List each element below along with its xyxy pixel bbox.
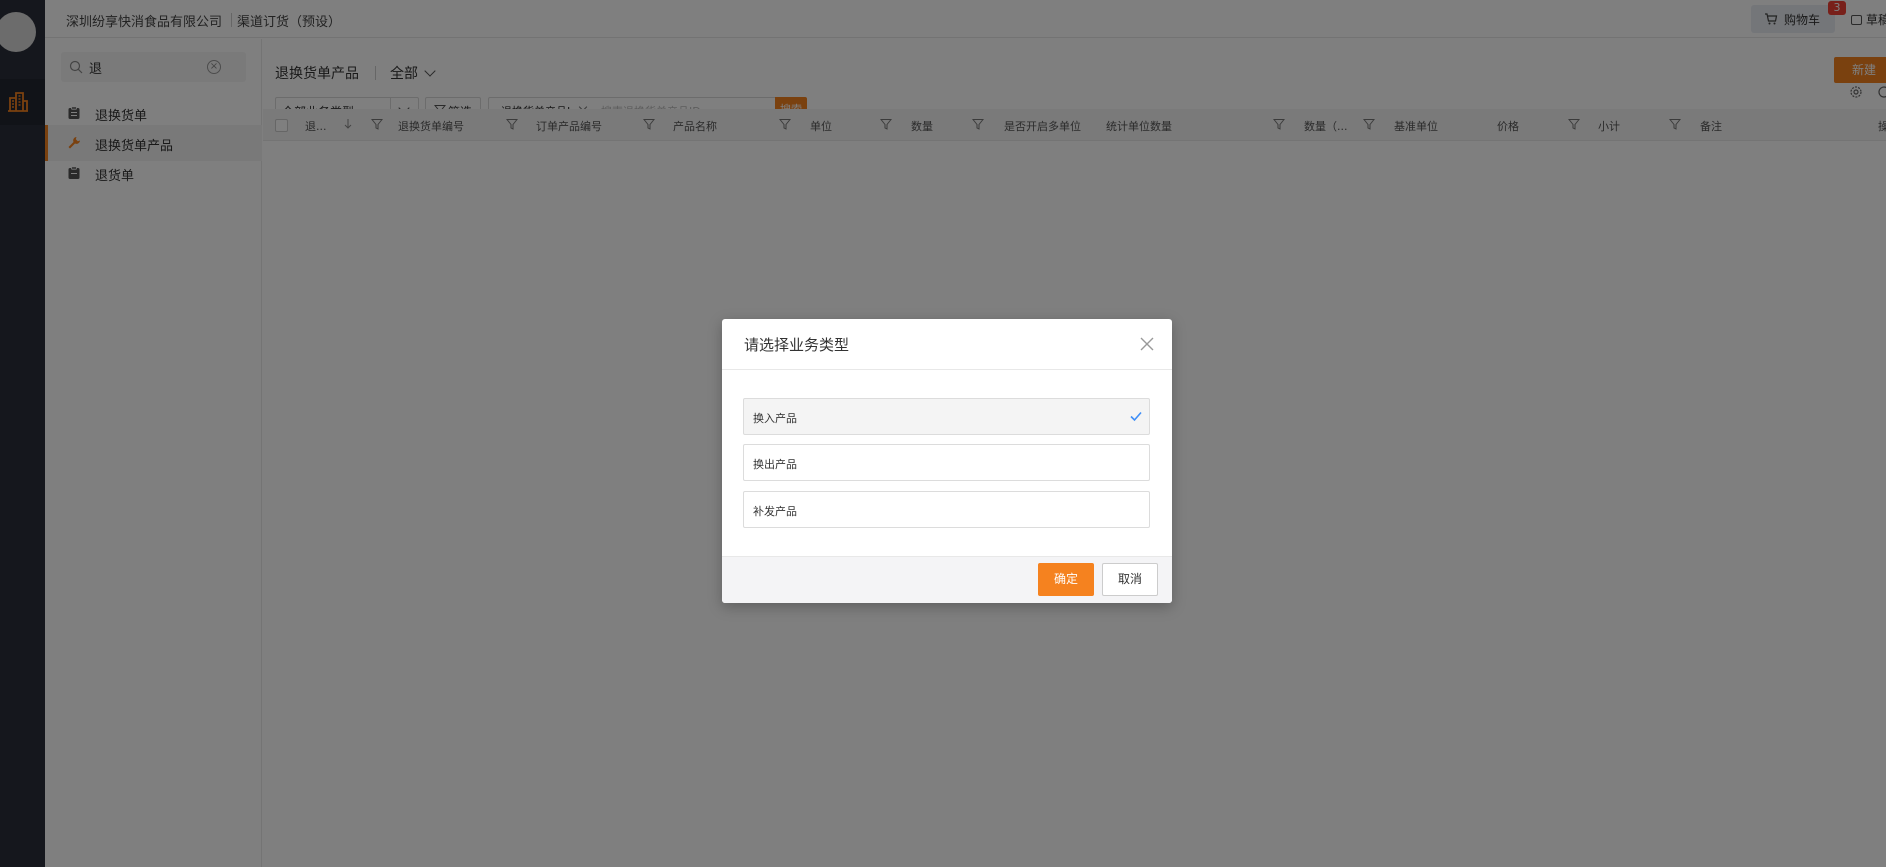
check-icon bbox=[1130, 411, 1142, 422]
option-label: 换出产品 bbox=[753, 458, 797, 471]
option-label: 换入产品 bbox=[753, 412, 797, 425]
dialog-footer: 确定 取消 bbox=[722, 556, 1172, 603]
confirm-button[interactable]: 确定 bbox=[1038, 563, 1094, 596]
business-type-dialog: 请选择业务类型 换入产品 换出产品 补发产品 确定 取消 bbox=[722, 319, 1172, 603]
option-reissue[interactable]: 补发产品 bbox=[743, 491, 1150, 528]
cancel-button[interactable]: 取消 bbox=[1102, 563, 1158, 596]
option-label: 补发产品 bbox=[753, 505, 797, 518]
close-icon[interactable] bbox=[1139, 336, 1155, 352]
option-exchange-in[interactable]: 换入产品 bbox=[743, 398, 1150, 435]
dialog-header: 请选择业务类型 bbox=[722, 319, 1172, 370]
dialog-title: 请选择业务类型 bbox=[744, 336, 850, 354]
option-exchange-out[interactable]: 换出产品 bbox=[743, 444, 1150, 481]
